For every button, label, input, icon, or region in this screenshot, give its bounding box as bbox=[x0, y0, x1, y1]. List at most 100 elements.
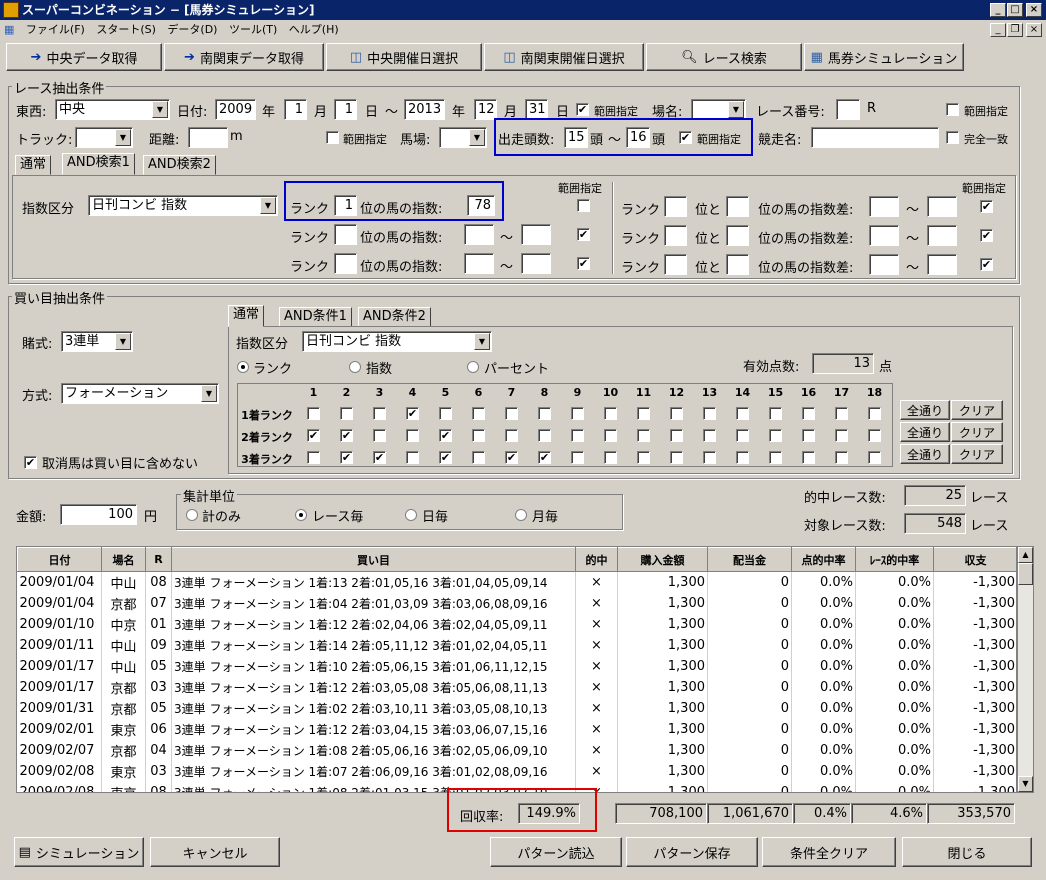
all-combos-button[interactable]: 全通り bbox=[900, 400, 950, 420]
rank-checkbox[interactable]: ✔ bbox=[406, 407, 419, 420]
menu-tools[interactable]: ツール(T) bbox=[225, 20, 281, 40]
close-button[interactable]: 閉じる bbox=[902, 837, 1032, 867]
radio-percent[interactable] bbox=[467, 361, 479, 373]
rank-checkbox[interactable] bbox=[637, 429, 650, 442]
dist-input[interactable] bbox=[188, 127, 228, 148]
all-combos-button[interactable]: 全通り bbox=[900, 422, 950, 442]
place-select[interactable]: ▼ bbox=[691, 99, 746, 120]
baba-select[interactable]: ▼ bbox=[439, 127, 487, 148]
diff-from-input[interactable] bbox=[869, 225, 899, 246]
rank3-range-checkbox[interactable]: ✔ bbox=[577, 257, 590, 270]
year-from-input[interactable]: 2009 bbox=[215, 99, 256, 120]
rank-checkbox[interactable] bbox=[307, 407, 320, 420]
table-row[interactable]: 2009/01/31 京都 05 3連単 フォーメーション 1着:02 2着:03,1… bbox=[17, 697, 1016, 719]
tab-and-search2[interactable]: AND検索2 bbox=[143, 155, 216, 175]
exact-match-checkbox[interactable] bbox=[946, 131, 959, 144]
rank-checkbox[interactable] bbox=[703, 451, 716, 464]
rank1-range-checkbox[interactable] bbox=[577, 199, 590, 212]
rank-checkbox[interactable] bbox=[736, 429, 749, 442]
raceno-input[interactable] bbox=[836, 99, 860, 120]
menu-file[interactable]: ファイル(F) bbox=[22, 20, 89, 40]
diff-rank-b-input[interactable] bbox=[726, 225, 749, 246]
rank-checkbox[interactable] bbox=[472, 407, 485, 420]
diff-rank-b-input[interactable] bbox=[726, 196, 749, 217]
rank-checkbox[interactable] bbox=[670, 407, 683, 420]
rank-checkbox[interactable] bbox=[703, 429, 716, 442]
clear-all-button[interactable]: 条件全クリア bbox=[762, 837, 896, 867]
rank-checkbox[interactable]: ✔ bbox=[340, 451, 353, 464]
table-row[interactable]: 2009/01/17 京都 03 3連単 フォーメーション 1着:12 2着:03,0… bbox=[17, 676, 1016, 698]
rank3-from-input[interactable] bbox=[464, 253, 494, 274]
rank-checkbox[interactable] bbox=[571, 451, 584, 464]
rank-checkbox[interactable]: ✔ bbox=[340, 429, 353, 442]
rank2-range-checkbox[interactable]: ✔ bbox=[577, 228, 590, 241]
clear-row-button[interactable]: クリア bbox=[951, 422, 1003, 442]
track-select[interactable]: ▼ bbox=[75, 127, 133, 148]
tab-normal[interactable]: 通常 bbox=[15, 155, 52, 175]
toolbar-nankan-data-button[interactable]: ➔ 南関東データ取得 bbox=[164, 43, 324, 71]
rank3-to-input[interactable] bbox=[521, 253, 551, 274]
tab-and-cond1[interactable]: AND条件1 bbox=[279, 307, 352, 327]
rank-checkbox[interactable] bbox=[637, 451, 650, 464]
column-header[interactable]: 購入金額 bbox=[617, 547, 708, 572]
year-to-input[interactable]: 2013 bbox=[404, 99, 445, 120]
rank-checkbox[interactable] bbox=[703, 407, 716, 420]
rank-checkbox[interactable] bbox=[373, 429, 386, 442]
radio-per-race[interactable] bbox=[295, 509, 307, 521]
rank-checkbox[interactable] bbox=[802, 451, 815, 464]
day-from-input[interactable]: 1 bbox=[334, 99, 357, 120]
table-row[interactable]: 2009/01/10 中京 01 3連単 フォーメーション 1着:12 2着:02,0… bbox=[17, 613, 1016, 635]
rank-checkbox[interactable]: ✔ bbox=[505, 451, 518, 464]
rank-checkbox[interactable]: ✔ bbox=[373, 451, 386, 464]
rank-checkbox[interactable] bbox=[340, 407, 353, 420]
day-to-input[interactable]: 31 bbox=[525, 99, 548, 120]
exclude-scratched-checkbox[interactable]: ✔ bbox=[24, 456, 37, 469]
rank-checkbox[interactable] bbox=[571, 429, 584, 442]
toolbar-simulation-button[interactable]: ▦ 馬券シミュレーション bbox=[804, 43, 964, 71]
amount-input[interactable]: 100 bbox=[60, 504, 137, 525]
rank-checkbox[interactable] bbox=[802, 429, 815, 442]
rank-checkbox[interactable] bbox=[538, 429, 551, 442]
touzai-select[interactable]: 中央 ▼ bbox=[55, 99, 170, 120]
rank-checkbox[interactable]: ✔ bbox=[538, 451, 551, 464]
scroll-down-icon[interactable]: ▼ bbox=[1018, 776, 1033, 792]
rank-checkbox[interactable]: ✔ bbox=[307, 429, 320, 442]
rank-checkbox[interactable]: ✔ bbox=[439, 429, 452, 442]
rank-checkbox[interactable] bbox=[868, 451, 881, 464]
rank-checkbox[interactable] bbox=[835, 429, 848, 442]
tab-bet-normal[interactable]: 通常 bbox=[228, 305, 265, 327]
rank-checkbox[interactable] bbox=[736, 407, 749, 420]
scroll-thumb[interactable] bbox=[1018, 563, 1033, 585]
rank-checkbox[interactable] bbox=[736, 451, 749, 464]
table-row[interactable]: 2009/01/04 京都 07 3連単 フォーメーション 1着:04 2着:01,0… bbox=[17, 592, 1016, 614]
diff-from-input[interactable] bbox=[869, 196, 899, 217]
rank2-to-input[interactable] bbox=[521, 224, 551, 245]
month-to-input[interactable]: 12 bbox=[474, 99, 497, 120]
racename-input[interactable] bbox=[811, 127, 939, 148]
column-header[interactable]: 的中 bbox=[575, 547, 618, 572]
cancel-button[interactable]: キャンセル bbox=[150, 837, 280, 867]
table-row[interactable]: 2009/02/01 東京 06 3連単 フォーメーション 1着:12 2着:03,0… bbox=[17, 718, 1016, 740]
radio-rank[interactable] bbox=[237, 361, 249, 373]
raceno-range-checkbox[interactable] bbox=[946, 103, 959, 116]
rank-checkbox[interactable] bbox=[769, 407, 782, 420]
radio-per-day[interactable] bbox=[405, 509, 417, 521]
radio-index[interactable] bbox=[349, 361, 361, 373]
toolbar-race-search-button[interactable]: 🔍︎ レース検索 bbox=[646, 43, 802, 71]
month-from-input[interactable]: 1 bbox=[284, 99, 307, 120]
diff-to-input[interactable] bbox=[927, 196, 957, 217]
rank-checkbox[interactable] bbox=[307, 451, 320, 464]
toolbar-nankan-date-button[interactable]: ◫ 南関東開催日選択 bbox=[484, 43, 644, 71]
maximize-icon[interactable]: □ bbox=[1007, 3, 1023, 17]
rank-checkbox[interactable] bbox=[505, 429, 518, 442]
scroll-up-icon[interactable]: ▲ bbox=[1018, 547, 1033, 563]
diff-range-checkbox[interactable]: ✔ bbox=[980, 258, 993, 271]
clear-row-button[interactable]: クリア bbox=[951, 444, 1003, 464]
bet-kubun-select[interactable]: 日刊コンビ 指数 ▼ bbox=[302, 331, 492, 352]
child-close-icon[interactable]: × bbox=[1026, 23, 1042, 37]
toolbar-central-date-button[interactable]: ◫ 中央開催日選択 bbox=[326, 43, 482, 71]
column-header[interactable]: R bbox=[145, 547, 172, 572]
rank-checkbox[interactable] bbox=[505, 407, 518, 420]
toolbar-central-data-button[interactable]: ➔ 中央データ取得 bbox=[6, 43, 162, 71]
rank-checkbox[interactable] bbox=[604, 407, 617, 420]
